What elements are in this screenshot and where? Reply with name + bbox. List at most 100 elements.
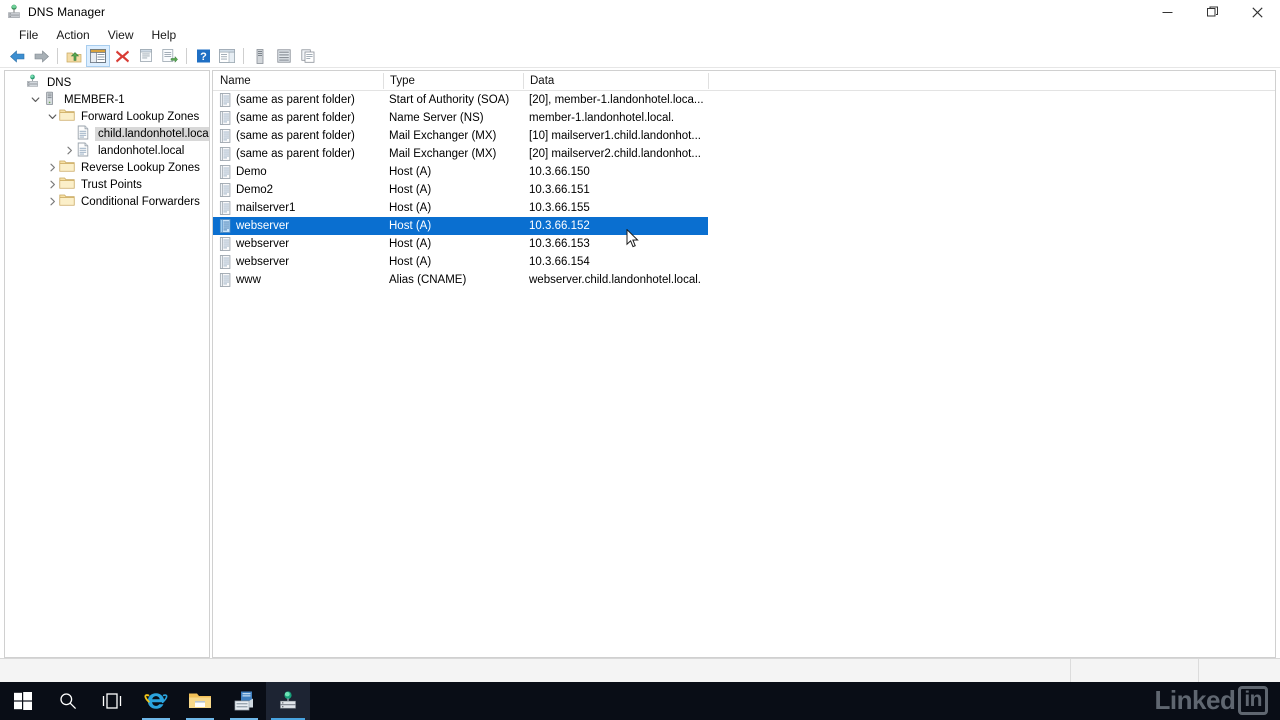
menu-help[interactable]: Help [143, 26, 186, 44]
menu-action[interactable]: Action [47, 26, 98, 44]
menu-view[interactable]: View [99, 26, 143, 44]
chevron-right-icon[interactable] [45, 176, 59, 193]
chevron-down-icon[interactable] [45, 108, 59, 125]
table-row[interactable]: mailserver1 Host (A) 10.3.66.155 [213, 199, 1275, 217]
taskbar [0, 682, 1280, 720]
tree-node-label: Forward Lookup Zones [81, 110, 200, 123]
records-list: (same as parent folder) Start of Authorit… [213, 91, 1275, 289]
tree-node-dns[interactable]: DNS [5, 74, 209, 91]
record-name: webserver [236, 220, 290, 232]
back-button[interactable] [5, 45, 29, 67]
zone-icon [76, 125, 93, 142]
export-list-button[interactable] [158, 45, 182, 67]
tree-node-trust-points[interactable]: Trust Points [5, 176, 209, 193]
cell-name: Demo [219, 165, 267, 179]
tree-node-label: DNS [47, 76, 72, 89]
close-button[interactable] [1235, 0, 1280, 24]
maximize-restore-button[interactable] [1190, 0, 1235, 24]
tree-node-conditional-forwarders[interactable]: Conditional Forwarders [5, 193, 209, 210]
chevron-right-icon[interactable] [45, 193, 59, 210]
tree-node-child-landonhotel-local[interactable]: child.landonhotel.local [5, 125, 209, 142]
record-name: mailserver1 [236, 202, 296, 214]
record-name: webserver [236, 256, 290, 268]
server-manager-button[interactable] [222, 682, 266, 720]
show-hide-console-tree-button[interactable] [86, 45, 110, 67]
record-data: 10.3.66.153 [529, 238, 590, 250]
record-name: www [236, 274, 261, 286]
table-row[interactable]: webserver Host (A) 10.3.66.154 [213, 253, 1275, 271]
task-view-button[interactable] [90, 682, 134, 720]
tree-node-label: Reverse Lookup Zones [81, 161, 200, 174]
record-name: webserver [236, 238, 290, 250]
file-explorer-button[interactable] [178, 682, 222, 720]
zone-icon [76, 142, 93, 159]
record-type: Mail Exchanger (MX) [389, 148, 497, 160]
tree-node-forward-lookup-zones[interactable]: Forward Lookup Zones [5, 108, 209, 125]
watermark-badge: in [1238, 686, 1268, 715]
chevron-right-icon[interactable] [45, 159, 59, 176]
tree-node-member-1[interactable]: MEMBER-1 [5, 91, 209, 108]
folder-icon [59, 108, 76, 125]
table-row[interactable]: webserver Host (A) 10.3.66.152 [213, 217, 708, 235]
toolbar: ? [0, 45, 1280, 67]
column-header-data[interactable]: Data [523, 71, 708, 91]
content-area: DNS MEMBER-1 Forward Lookup Zones child.lan… [0, 68, 1280, 658]
help-button[interactable]: ? [191, 45, 215, 67]
record-data: member-1.landonhotel.local. [529, 112, 675, 124]
dns-manager-button[interactable] [266, 682, 310, 720]
search-button[interactable] [46, 682, 90, 720]
console-tree-pane[interactable]: DNS MEMBER-1 Forward Lookup Zones child.lan… [4, 70, 210, 658]
record-type: Host (A) [389, 166, 432, 178]
record-name: Demo2 [236, 184, 274, 196]
table-row[interactable]: Demo2 Host (A) 10.3.66.151 [213, 181, 1275, 199]
tree-node-reverse-lookup-zones[interactable]: Reverse Lookup Zones [5, 159, 209, 176]
window-title: DNS Manager [28, 5, 106, 19]
forward-button[interactable] [29, 45, 53, 67]
delete-button[interactable] [110, 45, 134, 67]
table-row[interactable]: (same as parent folder) Start of Authorit… [213, 91, 1275, 109]
svg-text:?: ? [200, 51, 207, 63]
menu-file[interactable]: File [10, 26, 47, 44]
tree-node-label: landonhotel.local [98, 144, 185, 157]
up-one-level-button[interactable] [62, 45, 86, 67]
records-list-pane[interactable]: Name Type Data (same as parent folder) St… [212, 70, 1276, 658]
record-data: 10.3.66.151 [529, 184, 590, 196]
chevron-down-icon[interactable] [28, 91, 42, 108]
record-name: (same as parent folder) [236, 148, 355, 160]
show-hide-action-pane-button[interactable] [215, 45, 239, 67]
tree-node-landonhotel-local[interactable]: landonhotel.local [5, 142, 209, 159]
new-zone-button[interactable] [272, 45, 296, 67]
column-header-type[interactable]: Type [383, 71, 523, 91]
new-server-button[interactable] [248, 45, 272, 67]
record-type: Host (A) [389, 220, 432, 232]
column-header-name[interactable]: Name [213, 71, 383, 91]
minimize-button[interactable] [1145, 0, 1190, 24]
record-data: 10.3.66.152 [529, 220, 590, 232]
cell-name: (same as parent folder) [219, 147, 355, 161]
table-row[interactable]: www Alias (CNAME) webserver.child.landonho… [213, 271, 1275, 289]
table-row[interactable]: Demo Host (A) 10.3.66.150 [213, 163, 1275, 181]
copy-button[interactable] [296, 45, 320, 67]
table-row[interactable]: (same as parent folder) Mail Exchanger (M… [213, 127, 1275, 145]
table-row[interactable]: webserver Host (A) 10.3.66.153 [213, 235, 1275, 253]
start-button[interactable] [0, 682, 46, 720]
properties-button[interactable] [134, 45, 158, 67]
internet-explorer-button[interactable] [134, 682, 178, 720]
cell-name: mailserver1 [219, 201, 295, 215]
toolbar-separator [186, 48, 187, 64]
record-data: [10] mailserver1.child.landonhot... [529, 130, 701, 142]
chevron-right-icon[interactable] [62, 142, 76, 159]
dns-record-icon [219, 93, 232, 107]
table-row[interactable]: (same as parent folder) Mail Exchanger (M… [213, 145, 1275, 163]
status-bar [0, 658, 1280, 683]
column-divider[interactable] [708, 73, 709, 89]
dns-record-icon [219, 219, 232, 233]
dns-record-icon [219, 201, 232, 215]
dns-record-icon [219, 273, 232, 287]
table-row[interactable]: (same as parent folder) Name Server (NS) m… [213, 109, 1275, 127]
dns-record-icon [219, 111, 232, 125]
record-type: Host (A) [389, 256, 432, 268]
record-data: 10.3.66.154 [529, 256, 590, 268]
tree-node-label: Trust Points [81, 178, 142, 191]
